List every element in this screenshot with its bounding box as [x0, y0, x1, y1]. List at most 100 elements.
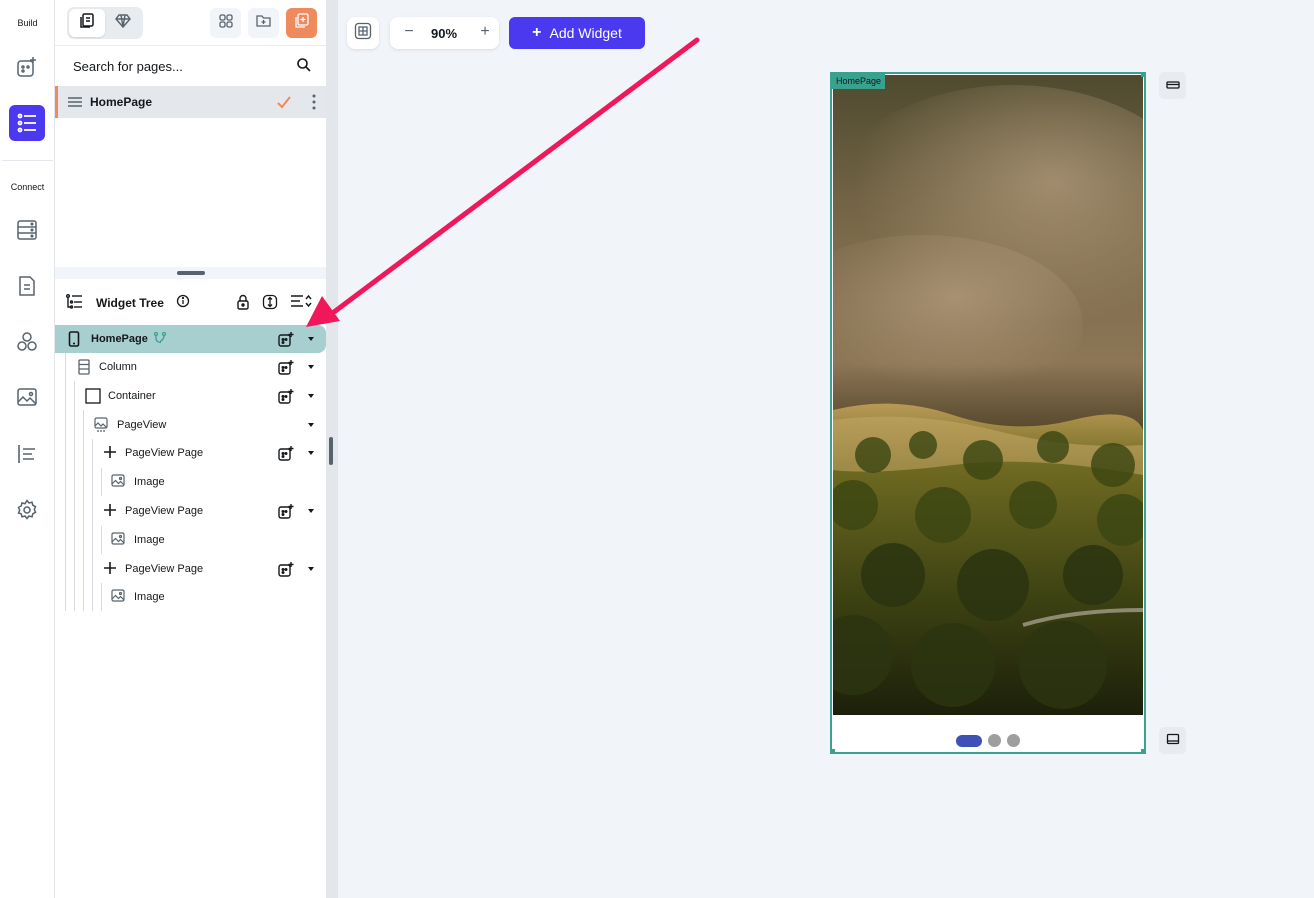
- tree-node-image[interactable]: Image: [55, 468, 326, 496]
- left-panel: HomePage Widget Tree: [55, 0, 326, 898]
- tree-node-homepage[interactable]: HomePage: [55, 325, 326, 353]
- app-bar-icon: [1165, 77, 1180, 95]
- caret-down-icon[interactable]: [308, 337, 314, 341]
- column-icon: [78, 359, 90, 380]
- tree-node-label: Image: [134, 591, 165, 603]
- caret-down-icon[interactable]: [308, 451, 314, 455]
- tree-node-pageview[interactable]: PageView: [55, 411, 326, 439]
- tree-node-label: PageView Page: [125, 505, 204, 517]
- page-indicator-dot[interactable]: [988, 734, 1001, 747]
- zoom-in-button[interactable]: +: [475, 23, 495, 41]
- tree-node-label: PageView Page: [125, 563, 204, 575]
- toggle-app-bar-button[interactable]: [1159, 72, 1186, 99]
- page-indicator-dot-active[interactable]: [956, 734, 982, 747]
- zoom-control: − 90% +: [390, 17, 499, 49]
- caret-down-icon[interactable]: [308, 509, 314, 513]
- add-child-widget-icon[interactable]: [278, 503, 294, 524]
- device-preview-frame[interactable]: HomePage: [830, 72, 1146, 754]
- panel-splitter[interactable]: [55, 267, 326, 279]
- storage-icon[interactable]: [9, 268, 45, 304]
- add-child-widget-icon[interactable]: [278, 331, 294, 352]
- add-child-widget-icon[interactable]: [278, 561, 294, 582]
- caret-down-icon[interactable]: [308, 567, 314, 571]
- add-page-button[interactable]: [286, 8, 317, 38]
- settings-icon[interactable]: [9, 492, 45, 528]
- add-widget-button[interactable]: + Add Widget: [509, 17, 645, 49]
- plus-icon: [103, 503, 117, 522]
- tree-node-pageview-page[interactable]: PageView Page: [55, 555, 326, 583]
- image-icon: [111, 474, 125, 492]
- scrollbar-thumb[interactable]: [329, 437, 333, 465]
- caret-down-icon[interactable]: [308, 365, 314, 369]
- rail-divider: [2, 160, 53, 161]
- add-child-widget-icon[interactable]: [278, 388, 294, 409]
- templates-tab[interactable]: [105, 9, 141, 37]
- plus-icon: [103, 561, 117, 580]
- page-search-input[interactable]: [73, 57, 273, 75]
- tree-node-label: Column: [99, 361, 137, 373]
- pages-icon: [79, 12, 95, 34]
- plus-icon: [103, 445, 117, 464]
- tree-node-label: PageView: [117, 419, 167, 431]
- expand-collapse-icon[interactable]: [262, 294, 278, 315]
- diamond-icon: [115, 13, 131, 34]
- page-name-tag: HomePage: [832, 74, 886, 89]
- sort-options-icon[interactable]: [290, 294, 312, 313]
- add-widget-plus-icon: +: [532, 24, 542, 41]
- widget-tree-title: Widget Tree: [96, 296, 164, 310]
- panel-scrollbar[interactable]: [326, 0, 338, 898]
- drag-handle-icon[interactable]: [67, 95, 83, 114]
- page-indicator[interactable]: [956, 734, 1020, 747]
- lock-icon[interactable]: [236, 294, 250, 315]
- zoom-out-button[interactable]: −: [399, 23, 419, 41]
- build-section-label: Build: [17, 18, 38, 28]
- components-button[interactable]: [210, 8, 241, 38]
- branch-icon: [153, 331, 167, 350]
- panel-mode-switch: [67, 7, 143, 39]
- pageview-image: [833, 75, 1143, 715]
- tree-node-image[interactable]: Image: [55, 583, 326, 611]
- tree-node-container[interactable]: Container: [55, 382, 326, 410]
- tree-node-pageview-page[interactable]: PageView Page: [55, 497, 326, 525]
- resize-handle[interactable]: [1141, 749, 1146, 754]
- page-name: HomePage: [90, 95, 153, 109]
- media-assets-icon[interactable]: [9, 379, 45, 415]
- tree-node-label: Image: [134, 534, 165, 546]
- panel-header: [55, 0, 326, 46]
- more-vertical-icon[interactable]: [312, 94, 316, 115]
- tree-node-label: Container: [108, 390, 156, 402]
- info-icon[interactable]: [176, 294, 190, 313]
- toggle-nav-bar-button[interactable]: [1159, 727, 1186, 754]
- page-indicator-dot[interactable]: [1007, 734, 1020, 747]
- add-child-widget-icon[interactable]: [278, 359, 294, 380]
- resize-handle[interactable]: [830, 749, 835, 754]
- tree-node-column[interactable]: Column: [55, 353, 326, 381]
- canvas-settings-button[interactable]: [347, 17, 379, 49]
- database-icon[interactable]: [9, 212, 45, 248]
- caret-down-icon[interactable]: [308, 423, 314, 427]
- api-icon[interactable]: [9, 436, 45, 472]
- widget-tree-icon[interactable]: [9, 105, 45, 141]
- resize-handle[interactable]: [1141, 72, 1146, 77]
- caret-down-icon[interactable]: [308, 394, 314, 398]
- add-widget-label: Add Widget: [549, 25, 622, 41]
- pages-tab[interactable]: [69, 9, 105, 37]
- page-search-bar: [55, 47, 326, 85]
- folder-icon: [256, 14, 271, 33]
- tree-node-image[interactable]: Image: [55, 526, 326, 554]
- checkmark-icon: [276, 94, 292, 115]
- search-icon[interactable]: [296, 57, 312, 78]
- zoom-level: 90%: [430, 26, 458, 41]
- pageview-icon: [94, 417, 108, 438]
- widget-tree-list-icon: [65, 294, 83, 315]
- splitter-grip[interactable]: [177, 271, 205, 275]
- integrations-icon[interactable]: [9, 324, 45, 360]
- grid-icon: [218, 13, 233, 33]
- tree-node-pageview-page[interactable]: PageView Page: [55, 439, 326, 467]
- add-widget-icon[interactable]: [9, 49, 45, 85]
- add-folder-button[interactable]: [248, 8, 279, 38]
- canvas-grid-icon: [354, 22, 372, 45]
- tree-node-label: Image: [134, 476, 165, 488]
- page-list-item-homepage[interactable]: HomePage: [55, 86, 326, 118]
- add-child-widget-icon[interactable]: [278, 445, 294, 466]
